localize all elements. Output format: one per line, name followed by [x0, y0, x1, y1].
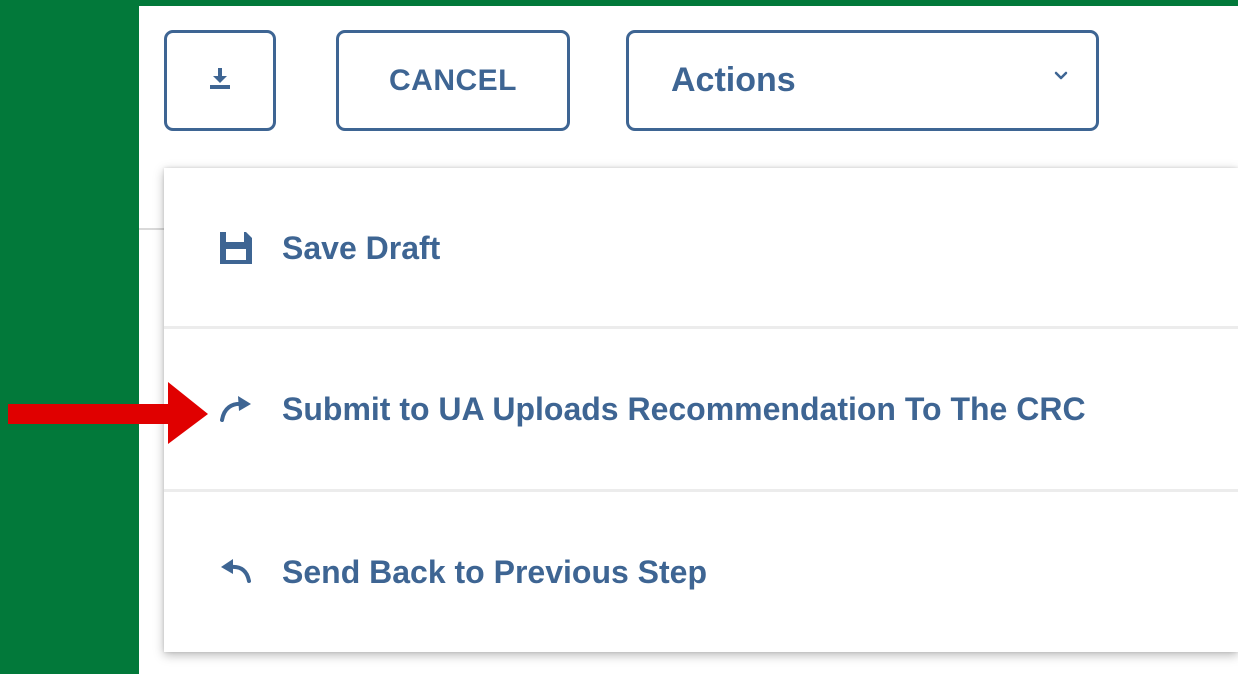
menu-item-label: Submit to UA Uploads Recommendation To T… [282, 390, 1086, 427]
menu-item-save-draft[interactable]: Save Draft [164, 168, 1238, 328]
menu-item-label: Send Back to Previous Step [282, 553, 708, 590]
cancel-button-label: CANCEL [389, 63, 517, 97]
menu-item-submit-to-ua[interactable]: Submit to UA Uploads Recommendation To T… [164, 329, 1238, 489]
cancel-button[interactable]: CANCEL [336, 30, 570, 131]
actions-menu: Save Draft Submit to UA Uploads Recommen… [164, 168, 1238, 652]
actions-dropdown-label: Actions [671, 61, 796, 99]
download-button[interactable] [164, 30, 276, 131]
actions-dropdown[interactable]: Actions [626, 30, 1099, 131]
save-icon [216, 228, 256, 268]
undo-arrow-icon [216, 552, 256, 592]
red-pointer-arrow [8, 382, 208, 449]
chevron-down-icon [1054, 65, 1068, 86]
download-icon [208, 66, 232, 95]
redo-arrow-icon [216, 389, 256, 429]
menu-item-send-back[interactable]: Send Back to Previous Step [164, 492, 1238, 652]
green-border-left [0, 0, 139, 674]
menu-item-label: Save Draft [282, 229, 441, 266]
